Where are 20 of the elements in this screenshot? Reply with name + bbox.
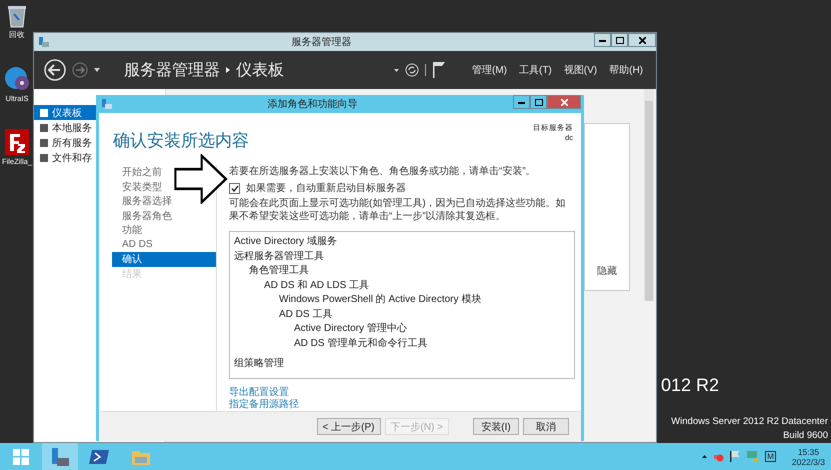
checkbox-label: 如果需要，自动重新启动目标服务器 <box>246 182 406 195</box>
edition-text: Windows Server 2012 R2 Datacenter <box>671 415 828 429</box>
feature-item: AD DS 管理单元和命令行工具 <box>293 336 428 350</box>
feature-item: AD DS 工具 <box>278 308 334 322</box>
instruction-text: 若要在所选服务器上安装以下角色、角色服务或功能，请单击“安装”。 <box>229 165 537 178</box>
feature-item: 角色管理工具 <box>248 264 310 278</box>
breadcrumb: 仪表板 <box>236 60 284 80</box>
version-text: 012 R2 <box>661 375 720 396</box>
feature-item: Active Directory 域服务 <box>233 235 338 249</box>
feature-item: Windows PowerShell 的 Active Directory 模块 <box>278 293 482 307</box>
page-heading: 确认安装所选内容 <box>113 130 249 152</box>
window-title: 添加角色和功能向导 <box>268 98 358 111</box>
feature-item: 组策略管理 <box>233 357 285 371</box>
window-title: 服务器管理器 <box>292 36 352 49</box>
breadcrumb: 服务器管理器 <box>124 60 220 80</box>
feature-item: 远程服务器管理工具 <box>233 250 325 264</box>
build-text: Build 9600 <box>783 429 828 443</box>
feature-item: Active Directory 管理中心 <box>293 322 408 336</box>
note-text: 可能会在此页面上显示可选功能(如管理工具)，因为已自动选择这些功能。如果不希望安装这些可选功能，请单击“上一步”以清除其复选框。 <box>229 197 567 223</box>
feature-item: AD DS 和 AD LDS 工具 <box>263 278 370 292</box>
